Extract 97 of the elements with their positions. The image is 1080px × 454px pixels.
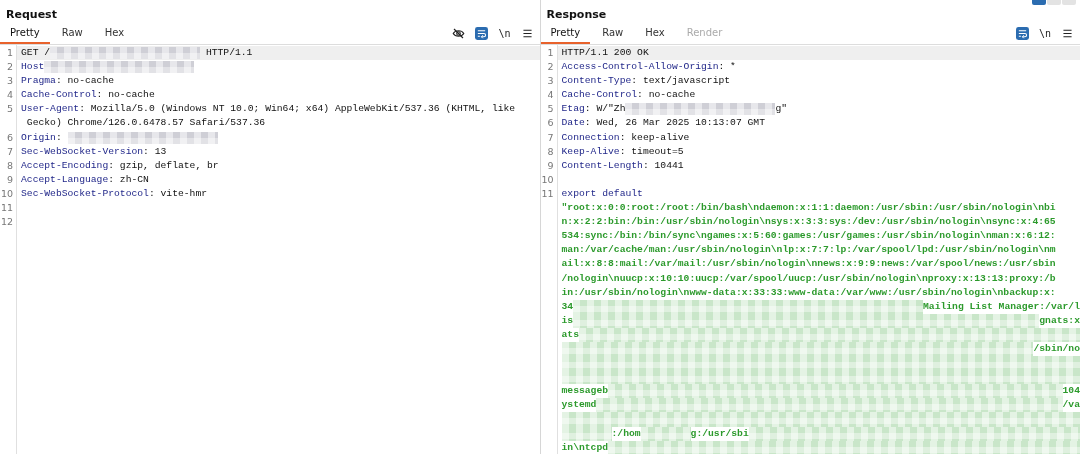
line-number: 7 [547,131,554,143]
string-text: 104 [1062,384,1080,399]
header-name: Etag [561,102,585,117]
string-text: ystemd [561,398,597,413]
hide-icon[interactable] [452,27,466,40]
code-text: GET / [21,46,51,60]
string-text: man:/var/cache/man:/usr/sbin/nologin\nlp:x:7:7:lp:/var/spool/lpd:/usr/sbin/nologin\nm [561,243,1056,258]
line-number: 1 [6,47,13,58]
line-number: 2 [6,61,13,73]
header-name: Keep-Alive [561,144,620,159]
line-number: 4 [6,89,13,101]
header-name: Content-Type [561,74,632,89]
pane-title: Request [6,8,57,23]
string-text: "root:x:0:0:root:/root:/bin/bash\ndaemon:x:1:1:daemon:/usr/sbin:/usr/sbin/nologin\nbi [561,201,1056,216]
line-number: 11 [0,202,13,214]
string-text: messageb [561,384,608,399]
line-number: 10 [541,173,554,185]
string-text: /va [1062,398,1080,413]
menu-icon[interactable] [1061,27,1074,40]
view-tab[interactable]: Raw [51,24,93,44]
line-number: 5 [6,103,13,115]
line-number: 3 [6,75,13,87]
code-text: HTTP/1.1 [204,46,253,60]
menu-icon[interactable] [520,27,534,40]
code-text: : no-cache [637,88,696,103]
view-tab[interactable]: Hex [635,24,675,44]
line-number: 9 [547,159,554,171]
code-text: : no-cache [55,74,115,89]
string-text: :/hom [611,426,641,441]
line-number: 3 [547,75,554,87]
header-name: User-Agent [21,102,80,117]
string-text: g:/usr/sbi [690,426,749,441]
newline-toggle[interactable]: \n [498,27,511,40]
line-number: 8 [547,145,554,157]
wrap-toggle-icon[interactable] [1015,27,1029,40]
header-name: Sec-WebSocket-Protocol [21,186,149,201]
line-number: 1 [547,47,554,58]
code-text: : Mozilla/5.0 (Windows NT 10.0; Win64; x64) AppleWebKit/537.36 (KHTML, like [79,102,516,117]
pane-title: Response [546,8,607,23]
line-number: 2 [547,61,554,73]
string-text: 534:sync:/bin:/bin/sync\ngames:x:5:60:games:/usr/games:/usr/sbin/nologin\nman:x:6:12: [561,229,1056,244]
line-number: 4 [547,89,554,101]
line-number: 9 [6,173,13,185]
code-text: : 13 [143,144,167,159]
code-text: : timeout=5 [619,144,684,159]
line-number: 7 [6,145,13,157]
string-text: in:/usr/sbin/nologin\nwww-data:x:33:33:www-data:/var/www:/usr/sbin/nologin\nbackup:x: [561,285,1056,300]
string-text: is [561,313,574,328]
string-text: ail:x:8:8:mail:/var/mail:/usr/sbin/nologin\nnews:x:9:9:news:/var/spool/news:/usr/sbin [561,257,1056,272]
code-text: : keep-alive [619,130,690,145]
wrap-toggle-icon[interactable] [475,27,489,40]
line-number: 6 [547,117,554,129]
header-name: Content-Length [561,158,643,173]
string-text: gnats:x [1039,313,1080,328]
header-name: Cache-Control [21,88,97,103]
line-number: 8 [6,159,13,171]
code-text: HTTP/1.1 200 OK [561,46,649,60]
view-tab[interactable]: Pretty [0,24,50,44]
header-name: Date [561,116,585,131]
line-number: 6 [6,131,13,143]
line-number: 5 [547,103,554,115]
header-name: Access-Control-Allow-Origin [561,60,719,75]
code-text: : W/"Zh [584,102,626,117]
string-text: 34 [561,299,574,314]
code-text: Gecko) Chrome/126.0.6478.57 Safari/537.36 [25,116,266,131]
header-name: Accept-Language [21,172,109,187]
header-name: export default [561,186,643,201]
header-name: Sec-WebSocket-Version [21,144,144,159]
view-tab[interactable]: Hex [94,24,135,44]
code-text: : no-cache [96,88,155,103]
string-text: /nologin\nuucp:x:10:10:uucp:/var/spool/uucp:/usr/sbin/nologin\nproxy:x:13:13:proxy:/b [561,271,1056,286]
string-text: n:x:2:2:bin:/bin:/usr/sbin/nologin\nsys:x:3:3:sys:/dev:/usr/sbin/nologin\nsync:x:4:65 [561,215,1056,230]
code-text: : zh-CN [108,172,149,187]
code-text: : * [718,60,736,75]
header-name: Cache-Control [561,88,638,103]
newline-toggle[interactable]: \n [1038,27,1051,40]
line-number: 10 [0,187,13,199]
code-text: : vite-hmr [148,186,208,201]
view-tab[interactable]: Raw [592,24,634,44]
code-text: : gzip, deflate, br [108,158,219,173]
line-number: 11 [541,187,554,199]
code-text: : [55,130,63,145]
line-number: 12 [0,216,13,228]
string-text: ats [561,327,579,342]
code-text: : Wed, 26 Mar 2025 10:13:07 GMT [584,116,765,131]
code-text: g" [775,102,788,117]
header-name: Accept-Encoding [21,158,109,173]
string-text: Mailing List Manager:/var/l [923,299,1080,314]
view-tab[interactable]: Pretty [540,24,591,44]
header-name: Host [21,60,45,75]
header-name: Origin [21,130,56,145]
string-text: /sbin/no [1033,341,1080,356]
string-text: in\ntcpd [561,440,608,454]
header-name: Connection [561,130,620,145]
code-text: : text/javascript [631,74,731,89]
code-text: : 10441 [642,158,684,173]
header-name: Pragma [21,74,56,89]
